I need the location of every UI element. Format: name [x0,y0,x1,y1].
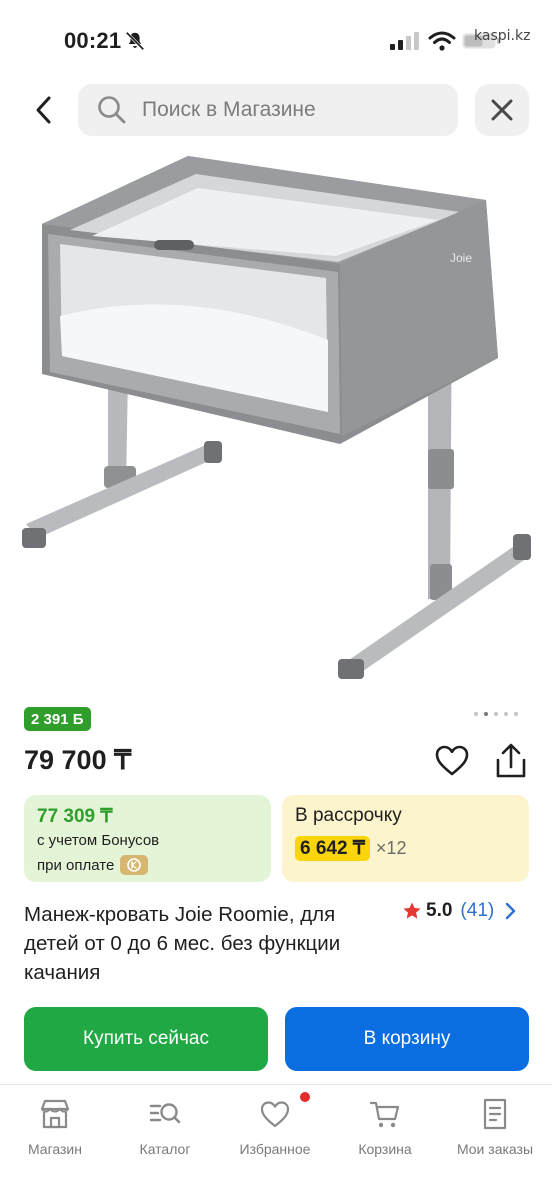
chevron-right-icon [506,902,516,920]
svg-text:Joie: Joie [450,251,472,265]
carousel-dot-active[interactable] [484,712,488,716]
nav-label-cart: Корзина [358,1141,412,1157]
orders-icon [483,1098,507,1130]
chevron-left-icon [36,96,51,124]
status-bar: 00:21 kaspi.kz [0,0,552,80]
shop-icon [40,1099,70,1129]
review-count[interactable]: (41) [460,900,494,922]
carousel-dot[interactable] [474,712,478,716]
rating-score: 5.0 [426,900,453,921]
cart-icon [369,1101,400,1128]
star-icon [403,902,421,919]
bottom-navigation: Магазин Каталог Избранное Корзина Мои за… [0,1084,552,1200]
nav-item-shop[interactable]: Магазин [0,1091,110,1161]
heart-icon [260,1101,290,1128]
bonus-coin-icon [120,855,149,875]
carousel-dot[interactable] [514,712,518,716]
favorite-button[interactable] [433,742,471,780]
nav-label-catalog: Каталог [139,1141,191,1157]
back-button[interactable] [24,90,64,130]
product-image[interactable]: Joie [8,144,544,694]
nav-label-favorites: Избранное [239,1141,311,1157]
nav-label-orders: Мои заказы [456,1141,534,1157]
share-icon [496,743,526,778]
carousel-dot[interactable] [494,712,498,716]
installment-title: В рассрочку [295,805,402,826]
catalog-icon [149,1103,181,1124]
buy-now-button[interactable]: Купить сейчас [24,1007,268,1071]
close-search-button[interactable] [475,84,529,136]
installment-card[interactable]: В рассрочку 6 642 ₸ ×12 [282,795,529,882]
nav-item-catalog[interactable]: Каталог [110,1091,220,1161]
search-input[interactable]: Поиск в Магазине [78,84,458,136]
bonus-note-line2-text: при оплате [37,856,115,874]
search-icon [98,96,126,124]
search-placeholder: Поиск в Магазине [142,98,316,121]
bell-muted-icon [125,31,145,51]
status-time: 00:21 [64,28,122,53]
close-icon [491,99,513,121]
nav-item-orders[interactable]: Мои заказы [440,1091,550,1161]
carousel-dot[interactable] [504,712,508,716]
wifi-icon [428,31,456,51]
rating-link[interactable]: 5.0 (41) [402,900,516,922]
nav-label-shop: Магазин [27,1141,82,1157]
share-button[interactable] [492,742,530,782]
bonus-price: 77 309 ₸ [37,806,113,827]
product-price: 79 700 ₸ [24,745,132,775]
favorites-notification-dot [300,1092,310,1102]
image-carousel-dots[interactable] [474,712,518,716]
bonus-note-line2: при оплате [37,855,149,875]
nav-item-cart[interactable]: Корзина [330,1091,440,1161]
bonus-price-card[interactable]: 77 309 ₸ с учетом Бонусов при оплате [24,795,271,882]
nav-item-favorites[interactable]: Избранное [220,1091,330,1161]
installment-row: 6 642 ₸ ×12 [295,836,406,861]
signal-icon [390,32,419,50]
installment-multiplier: ×12 [375,838,407,858]
installment-amount: 6 642 ₸ [295,836,370,861]
status-domain: kaspi.kz [474,28,531,44]
add-to-cart-button[interactable]: В корзину [285,1007,529,1071]
bonus-badge: 2 391 Б [24,707,91,731]
bonus-note-line1: с учетом Бонусов [37,832,160,849]
bassinet-illustration: Joie [22,156,531,679]
heart-icon [435,745,469,776]
product-title: Манеж-кровать Joie Roomie, для детей от … [24,903,341,984]
